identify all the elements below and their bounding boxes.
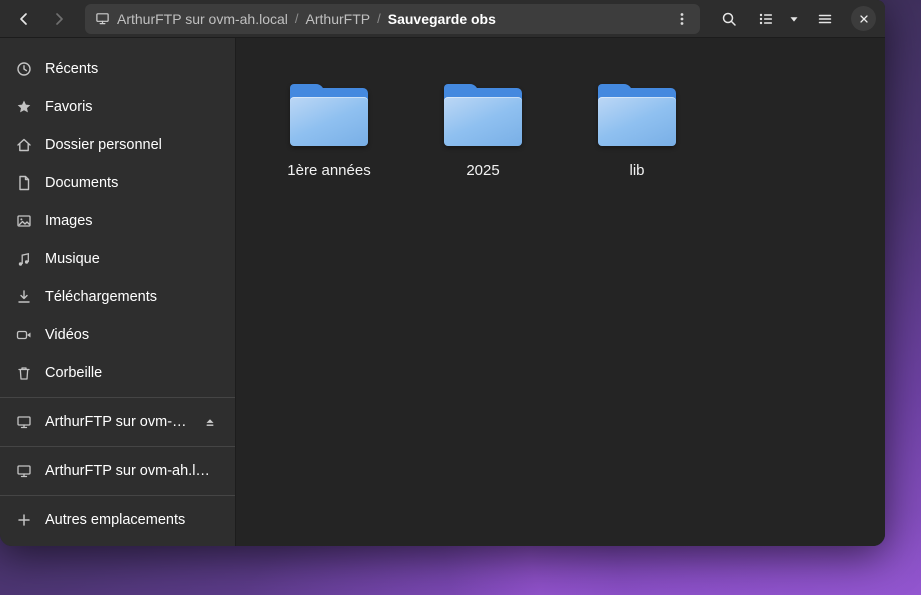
search-icon (721, 11, 737, 27)
path-bar: ArthurFTP sur ovm-ah.local / ArthurFTP /… (85, 4, 700, 34)
header-bar: ArthurFTP sur ovm-ah.local / ArthurFTP /… (0, 0, 885, 38)
sidebar-item-recents[interactable]: Récents (0, 50, 235, 88)
sidebar-item-label: Dossier personnel (45, 137, 162, 153)
search-button[interactable] (714, 4, 744, 34)
folder-name: 2025 (466, 162, 499, 179)
sidebar-item-label: Favoris (45, 99, 93, 115)
close-icon (858, 13, 870, 25)
sidebar-separator (0, 446, 235, 447)
computer-icon (16, 414, 32, 430)
chevron-down-icon (787, 12, 801, 26)
view-options-dropdown[interactable] (783, 4, 805, 34)
sidebar: Récents Favoris Dossier personnel Docume… (0, 38, 236, 546)
breadcrumb-parent[interactable]: ArthurFTP (306, 11, 371, 27)
star-icon (16, 99, 32, 115)
breadcrumb-separator: / (295, 11, 299, 26)
folder-icon (444, 84, 522, 146)
sidebar-separator (0, 495, 235, 496)
sidebar-item-videos[interactable]: Vidéos (0, 316, 235, 354)
sidebar-item-label: Vidéos (45, 327, 89, 343)
window-body: Récents Favoris Dossier personnel Docume… (0, 38, 885, 546)
breadcrumb-separator: / (377, 11, 381, 26)
sidebar-item-label: Documents (45, 175, 118, 191)
sidebar-item-favorites[interactable]: Favoris (0, 88, 235, 126)
chevron-left-icon (16, 11, 32, 27)
sidebar-item-label: ArthurFTP sur ovm-… (45, 414, 187, 430)
breadcrumb-root[interactable]: ArthurFTP sur ovm-ah.local (117, 11, 288, 27)
folder-name: 1ère années (287, 162, 370, 179)
folder-item[interactable]: 2025 (408, 84, 558, 179)
sidebar-item-music[interactable]: Musique (0, 240, 235, 278)
computer-icon (16, 463, 32, 479)
sidebar-separator (0, 397, 235, 398)
download-icon (16, 289, 32, 305)
sidebar-item-label: Musique (45, 251, 100, 267)
path-menu-button[interactable] (670, 7, 694, 31)
sidebar-item-other-locations[interactable]: Autres emplacements (0, 501, 235, 539)
sidebar-item-label: ArthurFTP sur ovm-ah.l… (45, 463, 210, 479)
kebab-menu-icon (674, 11, 690, 27)
sidebar-item-label: Images (45, 213, 93, 229)
view-list-button[interactable] (749, 4, 783, 34)
eject-button[interactable] (201, 413, 219, 431)
sidebar-item-downloads[interactable]: Téléchargements (0, 278, 235, 316)
image-icon (16, 213, 32, 229)
folder-item[interactable]: 1ère années (254, 84, 404, 179)
music-icon (16, 251, 32, 267)
folder-icon (290, 84, 368, 146)
sidebar-mount-arthurftp-1[interactable]: ArthurFTP sur ovm-… (0, 403, 235, 441)
trash-icon (16, 365, 32, 381)
sidebar-item-trash[interactable]: Corbeille (0, 354, 235, 392)
home-icon (16, 137, 32, 153)
folder-icon (598, 84, 676, 146)
chevron-right-icon (51, 11, 67, 27)
hamburger-menu-icon (817, 11, 833, 27)
sidebar-item-label: Corbeille (45, 365, 102, 381)
recents-icon (16, 61, 32, 77)
folder-item[interactable]: lib (562, 84, 712, 179)
folder-name: lib (629, 162, 644, 179)
forward-button[interactable] (44, 4, 74, 34)
sidebar-item-documents[interactable]: Documents (0, 164, 235, 202)
back-button[interactable] (9, 4, 39, 34)
list-view-icon (758, 11, 774, 27)
sidebar-item-label: Récents (45, 61, 98, 77)
video-icon (16, 327, 32, 343)
sidebar-item-pictures[interactable]: Images (0, 202, 235, 240)
document-icon (16, 175, 32, 191)
plus-icon (16, 512, 32, 528)
sidebar-item-label: Téléchargements (45, 289, 157, 305)
sidebar-item-home[interactable]: Dossier personnel (0, 126, 235, 164)
eject-icon (203, 415, 217, 429)
sidebar-item-label: Autres emplacements (45, 512, 185, 528)
remote-computer-icon (95, 11, 110, 26)
files-window: ArthurFTP sur ovm-ah.local / ArthurFTP /… (0, 0, 885, 546)
sidebar-mount-arthurftp-2[interactable]: ArthurFTP sur ovm-ah.l… (0, 452, 235, 490)
file-grid: 1ère années 2025 lib (236, 38, 885, 546)
breadcrumb-current[interactable]: Sauvegarde obs (388, 11, 496, 27)
view-toggle-group (749, 4, 805, 34)
close-button[interactable] (851, 6, 876, 31)
main-menu-button[interactable] (810, 4, 840, 34)
